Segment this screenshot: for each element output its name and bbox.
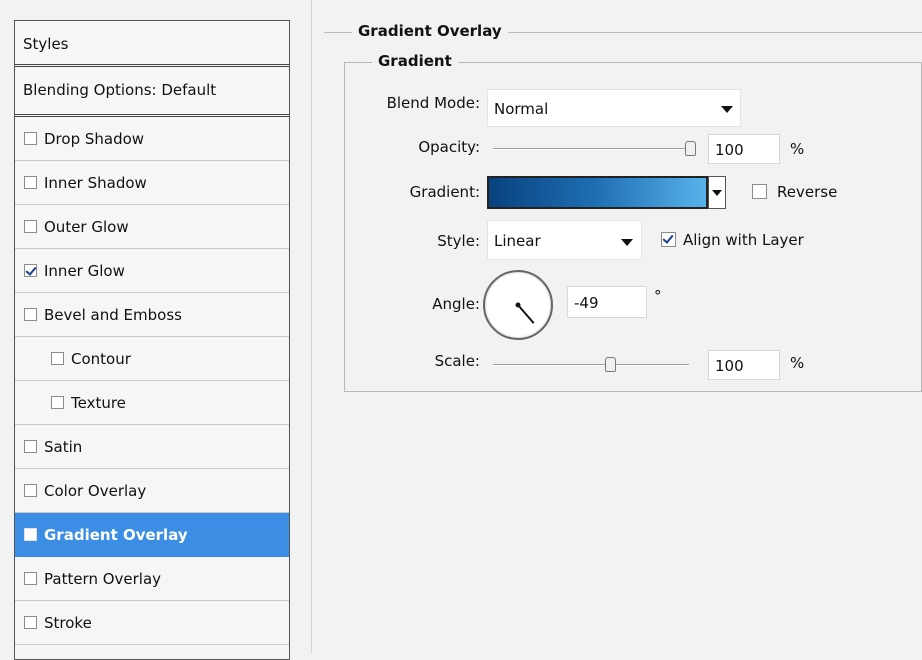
style-item-gradient-overlay[interactable]: Gradient Overlay [15, 513, 289, 557]
angle-unit: ° [654, 287, 662, 305]
checkbox-icon[interactable] [24, 220, 37, 233]
opacity-slider-thumb[interactable] [685, 141, 696, 156]
scale-input[interactable]: 100 [708, 350, 780, 380]
style-item-label: Satin [44, 437, 83, 456]
style-item-inner-glow[interactable]: Inner Glow [15, 249, 289, 293]
checkbox-icon[interactable] [51, 352, 64, 365]
align-with-layer-checkbox[interactable] [661, 232, 676, 247]
section-title: Gradient [372, 52, 458, 70]
checkbox-icon[interactable] [24, 308, 37, 321]
chevron-down-icon [721, 106, 733, 113]
style-item-satin[interactable]: Satin [15, 425, 289, 469]
style-item-texture[interactable]: Texture [15, 381, 289, 425]
opacity-slider-track[interactable] [493, 148, 693, 150]
opacity-unit: % [790, 140, 805, 158]
scale-label: Scale: [434, 352, 480, 370]
scale-unit: % [790, 354, 805, 372]
checkbox-icon[interactable] [24, 132, 37, 145]
style-item-drop-shadow[interactable]: Drop Shadow [15, 117, 289, 161]
checkbox-icon[interactable] [24, 440, 37, 453]
blend-mode-label: Blend Mode: [386, 94, 480, 112]
checkbox-icon[interactable] [24, 264, 37, 277]
style-item-pattern-overlay[interactable]: Pattern Overlay [15, 557, 289, 601]
checkbox-icon[interactable] [24, 572, 37, 585]
style-item-contour[interactable]: Contour [15, 337, 289, 381]
gradient-swatch[interactable] [487, 176, 708, 209]
style-item-label: Stroke [44, 613, 92, 632]
align-with-layer-label: Align with Layer [683, 231, 804, 249]
checkbox-icon[interactable] [24, 616, 37, 629]
checkbox-icon[interactable] [24, 176, 37, 189]
angle-input[interactable]: -49 [567, 286, 647, 318]
opacity-input[interactable]: 100 [708, 134, 780, 164]
chevron-down-icon [712, 190, 722, 196]
style-item-bevel-and-emboss[interactable]: Bevel and Emboss [15, 293, 289, 337]
style-item-label: Pattern Overlay [44, 569, 162, 588]
scale-slider-thumb[interactable] [604, 357, 616, 372]
checkbox-icon[interactable] [24, 528, 37, 541]
style-item-label: Inner Glow [44, 261, 125, 280]
checkbox-icon[interactable] [51, 396, 64, 409]
style-item-label: Contour [71, 349, 131, 368]
panel-divider [311, 0, 312, 653]
style-item-color-overlay[interactable]: Color Overlay [15, 469, 289, 513]
styles-panel: Styles Blending Options: Default Drop Sh… [14, 20, 290, 660]
style-item-label: Color Overlay [44, 481, 147, 500]
style-item-inner-shadow[interactable]: Inner Shadow [15, 161, 289, 205]
scale-slider-track[interactable] [493, 364, 689, 366]
angle-dial[interactable] [483, 270, 553, 340]
gradient-label: Gradient: [409, 183, 480, 201]
angle-needle [515, 302, 535, 324]
style-label: Style: [437, 232, 480, 250]
style-item-label: Drop Shadow [44, 129, 145, 148]
style-item-label: Outer Glow [44, 217, 129, 236]
reverse-label: Reverse [777, 183, 838, 201]
style-value: Linear [494, 232, 541, 250]
checkbox-icon[interactable] [24, 484, 37, 497]
style-select[interactable]: Linear [487, 220, 642, 260]
style-list: Drop Shadow Inner Shadow Outer Glow Inner G… [15, 117, 289, 645]
style-item-label: Gradient Overlay [44, 525, 188, 544]
group-title: Gradient Overlay [352, 22, 508, 40]
styles-header[interactable]: Styles [15, 21, 289, 67]
reverse-checkbox[interactable] [752, 184, 767, 199]
style-item-outer-glow[interactable]: Outer Glow [15, 205, 289, 249]
opacity-label: Opacity: [418, 138, 480, 156]
gradient-picker-button[interactable] [708, 176, 726, 209]
chevron-down-icon [621, 239, 633, 246]
style-item-label: Texture [71, 393, 126, 412]
angle-label: Angle: [432, 295, 480, 313]
style-item-label: Inner Shadow [44, 173, 147, 192]
style-item-label: Bevel and Emboss [44, 305, 182, 324]
blend-mode-select[interactable]: Normal [487, 89, 741, 127]
blending-options-item[interactable]: Blending Options: Default [15, 67, 289, 117]
style-item-stroke[interactable]: Stroke [15, 601, 289, 645]
blend-mode-value: Normal [494, 100, 549, 118]
